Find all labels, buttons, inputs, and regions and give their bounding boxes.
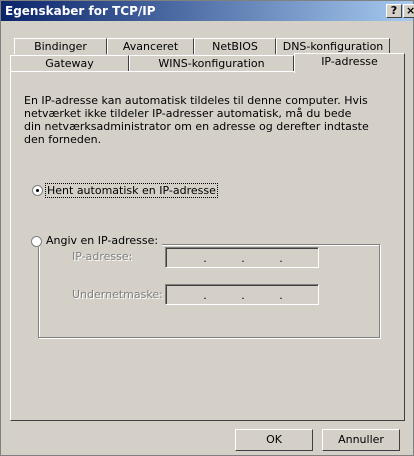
manual-ip-radio-visible[interactable] [31, 236, 42, 247]
subnet-mask-label: Undernetmaske: [72, 288, 163, 301]
ip-address-label: IP-adresse: [72, 250, 133, 263]
tab-gateway[interactable]: Gateway [10, 55, 129, 71]
cancel-button[interactable]: Annuller [322, 429, 400, 451]
ip-sep-1: . [203, 252, 207, 265]
radio-selected-dot [36, 189, 39, 192]
mask-sep-2: . [241, 289, 245, 302]
mask-sep-1: . [203, 289, 207, 302]
ip-sep-2: . [241, 252, 245, 265]
tab-dns-konfiguration[interactable]: DNS-konfiguration [276, 38, 390, 54]
auto-ip-label[interactable]: Hent automatisk en IP-adresse [45, 183, 218, 198]
ok-button[interactable]: OK [235, 429, 313, 451]
tab-bindinger[interactable]: Bindinger [14, 38, 107, 54]
ip-address-field[interactable]: . . . [165, 247, 319, 268]
tab-netbios[interactable]: NetBIOS [194, 38, 276, 54]
help-icon: ? [390, 4, 398, 17]
help-button[interactable]: ? [386, 4, 402, 18]
manual-ip-label[interactable]: Angiv en IP-adresse: [46, 234, 158, 247]
manual-ip-label-wrap: Angiv en IP-adresse: [31, 234, 163, 247]
window-title: Egenskaber for TCP/IP [5, 4, 156, 18]
title-bar[interactable]: Egenskaber for TCP/IP ? × [1, 1, 414, 21]
mask-sep-3: . [279, 289, 283, 302]
ip-address-inner: . . . [166, 248, 318, 267]
close-button[interactable]: × [403, 4, 414, 18]
subnet-mask-field[interactable]: . . . [165, 284, 319, 305]
tab-wins-konfiguration[interactable]: WINS-konfiguration [129, 55, 294, 71]
tab-avanceret[interactable]: Avanceret [107, 38, 194, 54]
close-icon: × [406, 5, 414, 17]
tab-ip-adresse[interactable]: IP-adresse [294, 53, 405, 73]
subnet-mask-inner: . . . [166, 285, 318, 304]
description-text: En IP-adresse kan automatisk tildeles ti… [24, 94, 369, 146]
ip-sep-3: . [279, 252, 283, 265]
auto-ip-radio[interactable] [32, 185, 43, 196]
